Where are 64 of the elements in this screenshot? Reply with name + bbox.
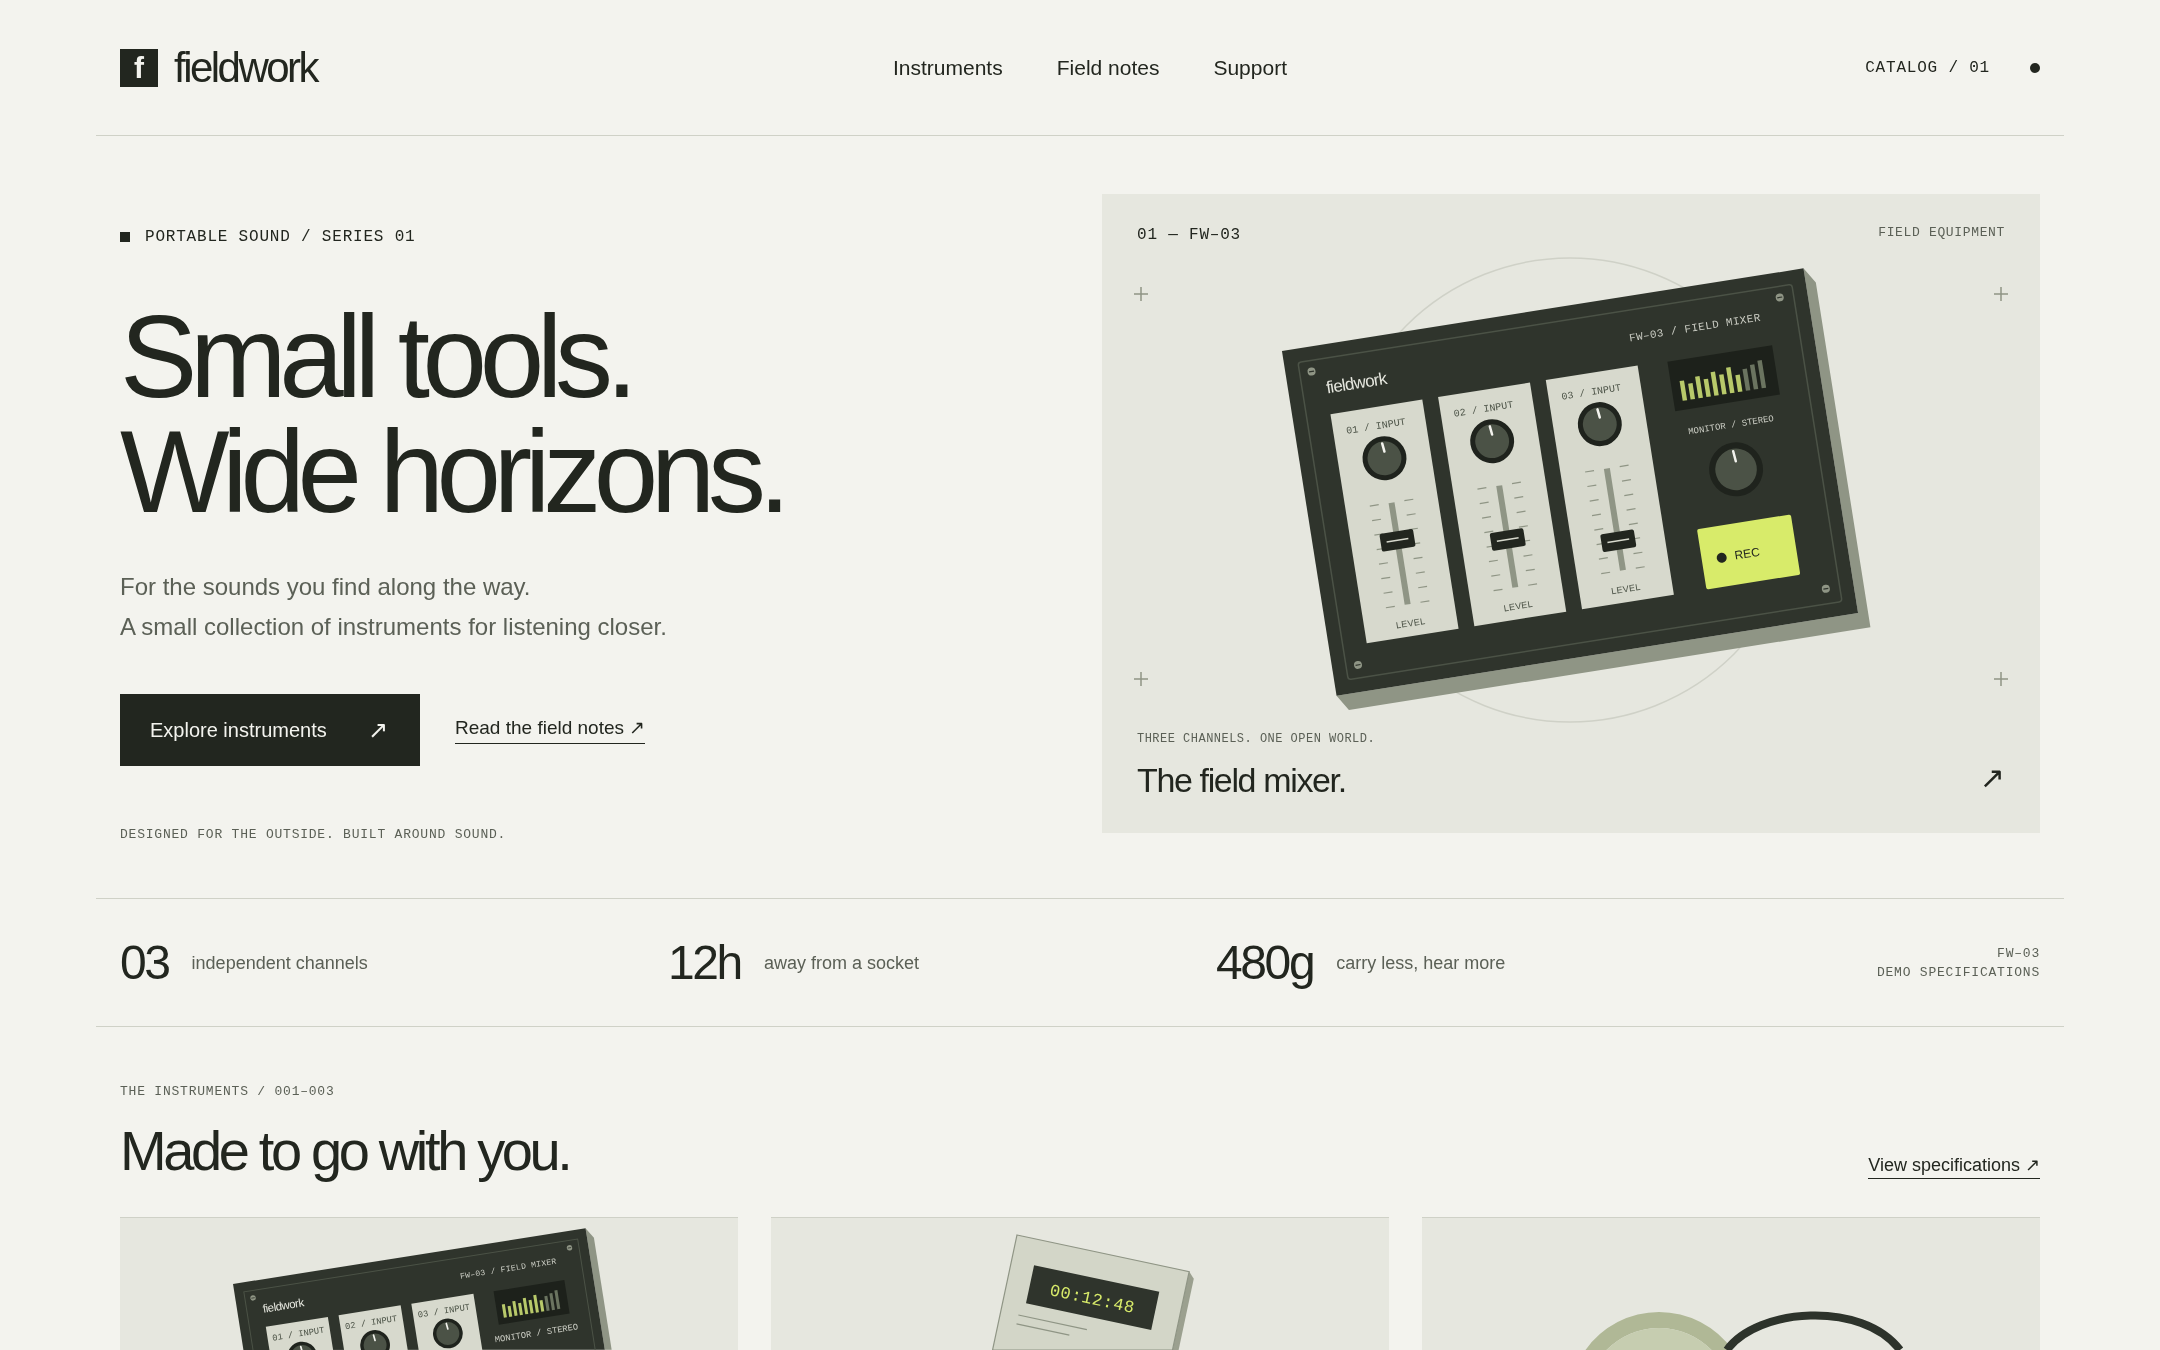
section-heading: Made to go with you. xyxy=(120,1119,570,1183)
stat-label: carry less, hear more xyxy=(1336,951,1506,975)
tagline-text: DESIGNED FOR THE OUTSIDE. BUILT AROUND SOUND. xyxy=(120,826,507,844)
screw-icon xyxy=(250,1295,256,1301)
card-index: 01 — FW–03 xyxy=(1137,225,1241,246)
logo-wordmark: fieldwork xyxy=(174,46,318,89)
rec-panel: REC xyxy=(1696,514,1801,590)
channel-strip xyxy=(265,1316,334,1350)
screw-icon xyxy=(1775,293,1784,302)
intro-text: For the sounds you find along the way. A small collection of instruments for listening closer. xyxy=(120,572,667,642)
channel-label: 02 / INPUT xyxy=(344,1314,398,1333)
logo-mark: f xyxy=(120,48,158,87)
stat-label: independent channels xyxy=(191,951,368,975)
level-label: LEVEL xyxy=(1502,598,1534,614)
plus-icon xyxy=(1993,671,2009,687)
arrow-link[interactable]: ↗ xyxy=(1979,760,2005,796)
knob-icon xyxy=(1577,402,1622,447)
level-label: LEVEL xyxy=(1610,581,1642,597)
plus-icon xyxy=(1133,671,1149,687)
knob-icon xyxy=(287,1341,318,1350)
stat-value: 03 xyxy=(120,934,169,991)
plus-icon xyxy=(1993,286,2009,302)
spec-note: DEMO SPECIFICATIONS xyxy=(1876,963,2040,982)
nav-link[interactable]: Support xyxy=(1213,53,1287,82)
screw-icon xyxy=(566,1245,573,1251)
stat-value: 480g xyxy=(1216,934,1314,991)
card-category: FIELD EQUIPMENT xyxy=(1878,224,2005,242)
card-caption: THREE CHANNELS. ONE OPEN WORLD. xyxy=(1137,731,1376,748)
screw-icon xyxy=(1821,584,1830,593)
section-eyebrow: THE INSTRUMENTS / 001–003 xyxy=(120,1083,335,1101)
knob-icon xyxy=(433,1318,463,1349)
level-label: LEVEL xyxy=(1395,615,1426,631)
mixer-model-text: FW–03 / FIELD MIXER xyxy=(1628,311,1762,345)
screw-icon xyxy=(1354,660,1362,669)
monitor-label: MONITOR / STEREO xyxy=(1687,413,1775,438)
knob-icon xyxy=(1470,419,1515,464)
square-icon xyxy=(120,232,130,242)
channel-label: 01 / INPUT xyxy=(1345,416,1407,437)
plus-icon xyxy=(1133,286,1149,302)
channel-label: 01 / INPUT xyxy=(271,1325,326,1344)
mixer-brand-text: fieldwork xyxy=(1324,369,1388,398)
card-title: The field mixer. xyxy=(1137,760,1346,800)
record-dot-icon xyxy=(1716,552,1727,563)
knob-icon xyxy=(1709,442,1764,497)
spec-note: FW–03 xyxy=(1997,944,2040,963)
mixer-model-text: FW–03 / FIELD MIXER xyxy=(459,1256,558,1281)
screw-icon xyxy=(1307,367,1316,376)
field-notes-link[interactable]: Read the field notes ↗ xyxy=(455,716,646,744)
hero-headline: Small tools. Wide horizons. xyxy=(120,300,785,530)
catalog-label: CATALOG / 01 xyxy=(1865,57,1990,79)
nav-link[interactable]: Field notes xyxy=(1056,53,1160,82)
specifications-link[interactable]: View specifications ↗ xyxy=(1868,1154,2040,1179)
channel-label: 03 / INPUT xyxy=(417,1302,471,1321)
mixer-brand-text: fieldwork xyxy=(262,1296,305,1315)
stat-label: away from a socket xyxy=(763,951,919,975)
stat-value: 12h xyxy=(668,934,741,991)
knob-icon xyxy=(1362,436,1407,481)
channel-label: 03 / INPUT xyxy=(1560,382,1622,403)
monitor-label: MONITOR / STEREO xyxy=(494,1322,579,1346)
knob-icon xyxy=(360,1330,390,1350)
explore-button[interactable]: Explore instruments ↗ xyxy=(120,694,420,766)
channel-label: 02 / INPUT xyxy=(1453,399,1515,420)
nav-link[interactable]: Instruments xyxy=(893,53,1003,82)
eyebrow-text: PORTABLE SOUND / SERIES 01 xyxy=(145,227,416,248)
